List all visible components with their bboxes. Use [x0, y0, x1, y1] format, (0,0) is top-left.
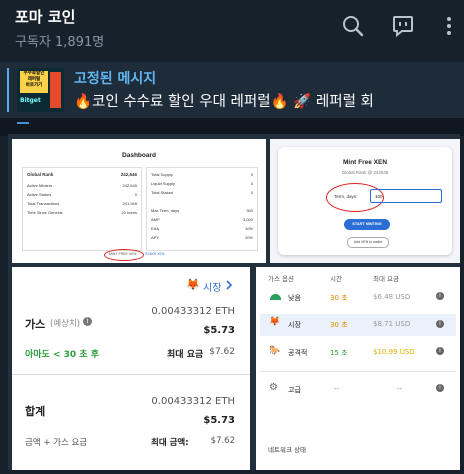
total-label: 합계	[25, 405, 46, 418]
pinned-title: 고정된 메시지	[74, 71, 157, 87]
term-input[interactable]: 100	[370, 189, 442, 203]
dashboard-image[interactable]: Dashboard Global Rank 242,646 Active Min…	[12, 139, 266, 263]
discussion-icon[interactable]	[391, 14, 415, 38]
chevron-right-icon[interactable]	[225, 280, 233, 290]
divider	[12, 374, 250, 375]
strip-mark	[17, 122, 29, 124]
channel-title: 포마 코인	[15, 8, 76, 26]
gas-usd-amount: $5.73	[203, 325, 235, 336]
low-icon	[270, 294, 281, 300]
fox-icon: 🦊	[269, 317, 281, 327]
info-icon[interactable]: i	[83, 317, 92, 326]
low-fee: $6.48 USD	[373, 293, 411, 301]
dashboard-title: Dashboard	[122, 152, 156, 159]
add-xen-button[interactable]: Add XEN to wallet	[347, 237, 389, 248]
advanced-fee: --	[397, 385, 403, 393]
mint-card: Mint Free XEN Global Rank @ 242646 Term,…	[278, 147, 452, 255]
mint-image[interactable]: Mint Free XEN Global Rank @ 242646 Term,…	[270, 139, 460, 263]
pinned-thumbnail: 수수료할인 레퍼럴 바로가기 Bitget	[17, 68, 64, 112]
mint-free-xen-link[interactable]: MINT FREE XEN	[109, 252, 136, 256]
gas-eth-amount: 0.00433312 ETH	[151, 306, 235, 317]
low-time: 30 초	[330, 294, 348, 302]
dashboard-right-card: Total Supply 0 Liquid Supply 0 Total Sta…	[146, 167, 258, 251]
market-time: 30 초	[330, 321, 348, 329]
gas-option-aggressive[interactable]: 🐎 공격적 15 초 $10.99 USD i	[260, 343, 456, 365]
aggressive-time: 15 초	[330, 349, 348, 357]
header-time: 시간	[330, 275, 342, 283]
start-minting-button[interactable]: START MINTING	[344, 219, 390, 230]
network-status-label: 네트워크 상태	[268, 446, 306, 454]
total-eth-amount: 0.00433312 ETH	[151, 396, 235, 407]
gas-estimate-label: (예상치)	[50, 319, 81, 329]
aggressive-label: 공격적	[288, 349, 308, 357]
max-amount-value: $7.62	[210, 436, 235, 446]
info-icon[interactable]: i	[436, 320, 444, 328]
pinned-text: 🔥코인 수수료 할인 우대 레퍼럴🔥 🚀 레퍼럴 회	[74, 94, 374, 110]
advanced-label: 고급	[288, 386, 301, 394]
gas-eta: 아마도 < 30 초 후	[25, 350, 99, 360]
market-label: 시장	[288, 321, 301, 329]
gas-option-low[interactable]: 낮음 30 초 $6.48 USD i	[260, 288, 456, 310]
more-icon[interactable]	[437, 14, 461, 38]
info-icon[interactable]: i	[436, 384, 444, 392]
amount-plus-gas-label: 금액 + 가스 요금	[25, 438, 88, 448]
market-fee: $8.71 USD	[373, 320, 411, 328]
divider	[260, 371, 456, 372]
gas-market-link[interactable]: 시장	[203, 279, 221, 294]
mint-rank: Global Rank @ 242646	[341, 170, 389, 175]
header-gas-option: 가스 옵션	[268, 275, 294, 283]
dashboard-left-card: Global Rank 242,646 Active Minters 242,6…	[22, 167, 142, 251]
info-icon[interactable]: i	[436, 347, 444, 355]
max-fee-value: $7.62	[209, 347, 235, 357]
gas-label: 가스	[25, 318, 46, 331]
gas-summary-image[interactable]: 🦊 시장 0.00433312 ETH 가스 (예상치) i $5.73 아마도…	[12, 267, 250, 470]
term-label: Term, days:	[334, 194, 358, 199]
aggressive-fee: $10.99 USD	[373, 348, 415, 356]
info-icon[interactable]: i	[436, 292, 444, 300]
horse-icon: 🐎	[269, 346, 281, 356]
header-max-fee: 최대 요금	[373, 275, 399, 283]
max-amount-label: 최대 금액:	[151, 438, 189, 448]
gas-option-advanced[interactable]: ⚙ 고급 -- -- i	[260, 379, 456, 401]
total-usd-amount: $5.73	[203, 415, 235, 426]
gas-options-image[interactable]: 가스 옵션 시간 최대 요금 낮음 30 초 $6.48 USD i 🦊 시장 …	[256, 267, 460, 470]
mint-title: Mint Free XEN	[342, 159, 388, 166]
gear-icon: ⚙	[269, 382, 278, 393]
stake-xen-link[interactable]: STAKE XEN	[145, 252, 164, 256]
advanced-time: --	[334, 385, 340, 393]
fox-icon: 🦊	[186, 278, 200, 291]
gas-option-market[interactable]: 🦊 시장 30 초 $8.71 USD i	[260, 314, 456, 336]
search-icon[interactable]	[341, 14, 365, 38]
max-fee-label: 최대 요금	[167, 350, 204, 360]
subscriber-count: 구독자 1,891명	[15, 35, 105, 50]
pinned-accent	[7, 68, 9, 112]
low-label: 낮음	[288, 294, 301, 302]
